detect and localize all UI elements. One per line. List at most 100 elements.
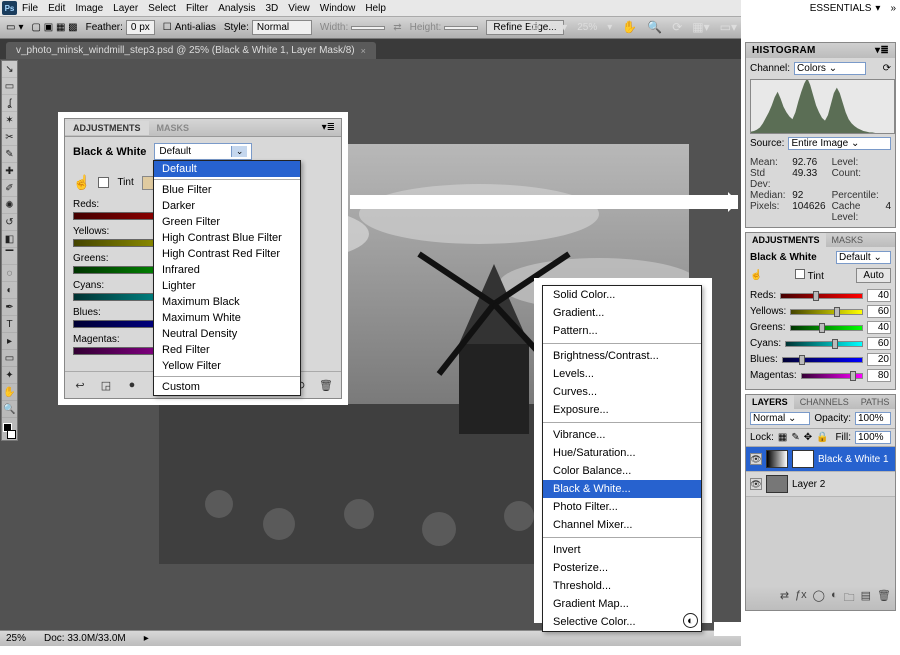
zoom-level[interactable]: 25% bbox=[577, 22, 597, 33]
opacity-input[interactable]: 100% bbox=[855, 412, 891, 425]
screen-mode-icon[interactable]: ▭▾ bbox=[720, 20, 737, 34]
menu-item[interactable]: Color Balance... bbox=[543, 462, 701, 480]
preset-dropdown-mini[interactable]: Default ⌄ bbox=[836, 251, 891, 264]
close-tab-icon[interactable]: × bbox=[361, 46, 366, 56]
menu-view[interactable]: View bbox=[288, 3, 310, 14]
tab-paths[interactable]: PATHS bbox=[855, 395, 896, 409]
preset-item[interactable]: High Contrast Red Filter bbox=[154, 246, 300, 262]
menu-edit[interactable]: Edit bbox=[48, 3, 65, 14]
target-adjust-icon[interactable]: ☝ bbox=[73, 174, 90, 191]
zoom-tool2-icon[interactable]: 🔍 bbox=[2, 401, 17, 418]
auto-button[interactable]: Auto bbox=[856, 268, 891, 283]
document-tab[interactable]: v_photo_minsk_windmill_step3.psd @ 25% (… bbox=[6, 42, 376, 59]
panel-menu-icon[interactable]: ▾≣ bbox=[875, 45, 889, 56]
new-layer-icon[interactable]: ▤ bbox=[861, 589, 871, 608]
mini-slider-reds[interactable] bbox=[780, 293, 863, 299]
preset-item[interactable]: Neutral Density bbox=[154, 326, 300, 342]
history-brush-tool-icon[interactable]: ↺ bbox=[2, 214, 17, 231]
launch-bridge-icon[interactable]: ▦ bbox=[529, 20, 540, 34]
preset-item[interactable]: High Contrast Blue Filter bbox=[154, 230, 300, 246]
tab-layers[interactable]: LAYERS bbox=[746, 395, 794, 409]
mini-slider-blues[interactable] bbox=[782, 357, 863, 363]
delete-layer-icon[interactable]: 🗑 bbox=[877, 589, 891, 608]
menu-3d[interactable]: 3D bbox=[265, 3, 278, 14]
dodge-tool-icon[interactable]: ◐ bbox=[2, 282, 17, 299]
move-tool-icon[interactable]: ↘ bbox=[2, 61, 17, 78]
healing-tool-icon[interactable]: ✚ bbox=[2, 163, 17, 180]
gradient-tool-icon[interactable]: ▔ bbox=[2, 248, 17, 265]
preset-item-custom[interactable]: Custom bbox=[154, 379, 300, 395]
preset-item[interactable]: Yellow Filter bbox=[154, 358, 300, 374]
layer-row[interactable]: 👁Black & White 1 bbox=[746, 447, 895, 472]
target-adjust-mini-icon[interactable]: ☝ bbox=[750, 270, 762, 281]
arrange-documents-icon[interactable]: ▦▾ bbox=[692, 20, 709, 34]
chevron-down-icon[interactable]: ▾ bbox=[875, 3, 880, 14]
style-dropdown[interactable]: Normal bbox=[252, 20, 312, 35]
tab-adjustments[interactable]: ADJUSTMENTS bbox=[65, 121, 149, 135]
menu-help[interactable]: Help bbox=[365, 3, 386, 14]
new-group-icon[interactable]: 🗀 bbox=[844, 589, 855, 608]
mini-slider-value[interactable]: 40 bbox=[867, 321, 891, 334]
layer-mask-icon[interactable]: ◯ bbox=[813, 589, 825, 608]
hand-tool2-icon[interactable]: ✋ bbox=[2, 384, 17, 401]
menu-item[interactable]: Photo Filter... bbox=[543, 498, 701, 516]
expand-view-icon[interactable]: ◲ bbox=[99, 378, 113, 392]
antialias-checkbox[interactable]: Anti-alias bbox=[175, 22, 216, 33]
hand-tool-icon[interactable]: ✋ bbox=[622, 20, 637, 34]
preset-item[interactable]: Lighter bbox=[154, 278, 300, 294]
menu-item[interactable]: Solid Color... bbox=[543, 286, 701, 304]
menu-item[interactable]: Invert bbox=[543, 541, 701, 559]
mini-slider-greens[interactable] bbox=[790, 325, 863, 331]
path-select-tool-icon[interactable]: ▸ bbox=[2, 333, 17, 350]
3d-tool-icon[interactable]: ✦ bbox=[2, 367, 17, 384]
lock-position-icon[interactable]: ✥ bbox=[804, 432, 812, 443]
brush-tool-icon[interactable]: ✐ bbox=[2, 180, 17, 197]
layer-row[interactable]: 👁Layer 2 bbox=[746, 472, 895, 497]
panel-menu-icon[interactable]: ▾≣ bbox=[322, 122, 341, 133]
trash-icon[interactable]: 🗑 bbox=[319, 378, 333, 392]
menu-window[interactable]: Window bbox=[320, 3, 356, 14]
layer-thumbnail[interactable] bbox=[766, 450, 788, 468]
preset-item[interactable]: Infrared bbox=[154, 262, 300, 278]
menu-item[interactable]: Gradient Map... bbox=[543, 595, 701, 613]
link-layers-icon[interactable]: ⇄ bbox=[780, 589, 789, 608]
shape-tool-icon[interactable]: ▭ bbox=[2, 350, 17, 367]
fill-input[interactable]: 100% bbox=[855, 431, 891, 444]
zoom-tool-icon[interactable]: 🔍 bbox=[647, 20, 662, 34]
color-swatch[interactable] bbox=[2, 422, 17, 440]
source-select[interactable]: Entire Image ⌄ bbox=[788, 137, 891, 150]
preset-item[interactable]: Blue Filter bbox=[154, 182, 300, 198]
preset-item[interactable]: Green Filter bbox=[154, 214, 300, 230]
menu-select[interactable]: Select bbox=[148, 3, 176, 14]
return-arrow-icon[interactable]: ↩ bbox=[73, 378, 87, 392]
tab-masks-mini[interactable]: MASKS bbox=[826, 233, 870, 247]
rotate-view-icon[interactable]: ⟳ bbox=[672, 20, 682, 34]
mini-slider-value[interactable]: 60 bbox=[867, 337, 891, 350]
channel-select[interactable]: Colors ⌄ bbox=[794, 62, 866, 75]
layer-style-icon[interactable]: ƒx bbox=[795, 589, 807, 608]
eyedropper-tool-icon[interactable]: ✎ bbox=[2, 146, 17, 163]
menu-item[interactable]: Selective Color... bbox=[543, 613, 701, 631]
mini-slider-cyans[interactable] bbox=[785, 341, 863, 347]
menu-filter[interactable]: Filter bbox=[186, 3, 208, 14]
stamp-tool-icon[interactable]: ✺ bbox=[2, 197, 17, 214]
mini-slider-value[interactable]: 40 bbox=[867, 289, 891, 302]
view-extras-icon[interactable]: ▤▾ bbox=[550, 20, 567, 34]
menu-item[interactable]: Pattern... bbox=[543, 322, 701, 340]
menu-image[interactable]: Image bbox=[75, 3, 103, 14]
layer-thumbnail[interactable] bbox=[766, 475, 788, 493]
lock-pixels-icon[interactable]: ✎ bbox=[791, 432, 799, 443]
adjustment-layer-icon[interactable]: ◐ bbox=[683, 613, 698, 628]
mini-slider-magentas[interactable] bbox=[801, 373, 863, 379]
lock-all-icon[interactable]: 🔒 bbox=[816, 432, 828, 443]
lock-transparency-icon[interactable]: ▦ bbox=[778, 432, 787, 443]
clip-to-layer-icon[interactable]: ● bbox=[125, 378, 139, 392]
menu-file[interactable]: File bbox=[22, 3, 38, 14]
preset-item[interactable]: Darker bbox=[154, 198, 300, 214]
tab-channels[interactable]: CHANNELS bbox=[794, 395, 855, 409]
menu-item-black-and-white[interactable]: Black & White... bbox=[543, 480, 701, 498]
preset-item[interactable]: Red Filter bbox=[154, 342, 300, 358]
type-tool-icon[interactable]: T bbox=[2, 316, 17, 333]
visibility-toggle-icon[interactable]: 👁 bbox=[750, 453, 762, 465]
menu-item[interactable]: Gradient... bbox=[543, 304, 701, 322]
